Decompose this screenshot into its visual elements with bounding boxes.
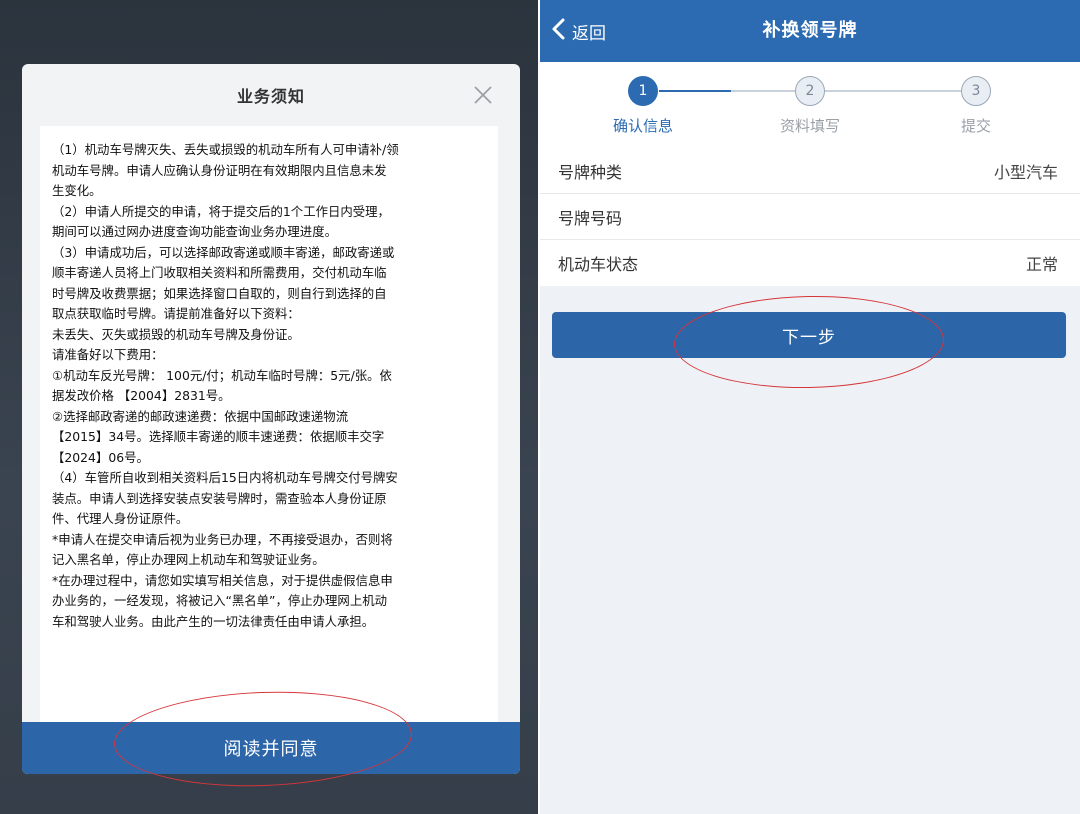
- notice-line: 据发改价格 【2004】2831号。: [52, 388, 231, 403]
- step-1-label: 确认信息: [612, 117, 673, 135]
- modal-header: 业务须知: [22, 64, 520, 126]
- info-row-plate-number: 号牌号码: [540, 194, 1080, 240]
- step-3: 3 提交: [931, 76, 1021, 136]
- notice-line: 【2024】06号。: [52, 449, 149, 465]
- left-phone-screen: 业务须知 （1）机动车号牌灭失、丢失或损毁的机动车所有人可申请补/领 机动车号牌。…: [0, 0, 538, 814]
- agree-button[interactable]: 阅读并同意: [22, 722, 520, 774]
- notice-line: 件、代理人身份证原件。: [52, 511, 189, 526]
- notice-line: 期间可以通过网办进度查询功能查询业务办理进度。: [52, 224, 337, 239]
- notice-content[interactable]: （1）机动车号牌灭失、丢失或损毁的机动车所有人可申请补/领 机动车号牌。申请人应确…: [40, 126, 498, 722]
- notice-line: 【2015】34号。选择顺丰寄递的顺丰速递费：依据顺丰交字: [52, 429, 385, 444]
- next-step-label: 下一步: [782, 327, 836, 348]
- notice-line: 装点。申请人到选择安装点安装号牌时，需查验本人身份证原: [52, 490, 387, 506]
- plate-type-label: 号牌种类: [558, 162, 623, 182]
- page-title: 补换领号牌: [762, 20, 858, 41]
- back-button[interactable]: 返回: [550, 0, 606, 62]
- notice-line: （4）车管所自收到相关资料后15日内将机动车号牌交付号牌安: [52, 470, 398, 485]
- vehicle-status-label: 机动车状态: [558, 255, 639, 274]
- modal-title: 业务须知: [236, 87, 305, 106]
- step-2-label: 资料填写: [779, 117, 840, 135]
- notice-line: 未丢失、灭失或损毁的机动车号牌及身份证。: [52, 326, 300, 342]
- notice-line: 生变化。: [52, 183, 102, 198]
- notice-line: ②选择邮政寄递的邮政速递费：依据中国邮政速递物流: [52, 408, 349, 424]
- step-1-circle: 1: [628, 76, 658, 106]
- nav-bar: 返回 补换领号牌: [540, 0, 1080, 62]
- next-step-button[interactable]: 下一步: [552, 312, 1066, 358]
- notice-line: 顺丰寄递人员将上门收取相关资料和所需费用，交付机动车临: [52, 265, 387, 280]
- notice-line: （3）申请成功后，可以选择邮政寄递或顺丰寄递，邮政寄递或: [52, 244, 395, 260]
- right-phone-screen: 返回 补换领号牌 1 确认信息 2 资料填写 3 提交 号牌种类 小型汽车 号牌…: [540, 0, 1080, 814]
- notice-line: *在办理过程中，请您如实填写相关信息，对于提供虚假信息申: [52, 572, 393, 588]
- notice-line: （2）申请人所提交的申请，将于提交后的1个工作日内受理，: [52, 203, 390, 219]
- step-indicator: 1 确认信息 2 资料填写 3 提交: [540, 62, 1080, 148]
- notice-line: ①机动车反光号牌： 100元/付；机动车临时号牌：5元/张。依: [52, 367, 392, 383]
- info-row-vehicle-status: 机动车状态 正常: [540, 240, 1080, 286]
- notice-modal: 业务须知 （1）机动车号牌灭失、丢失或损毁的机动车所有人可申请补/领 机动车号牌。…: [22, 64, 520, 774]
- step-3-label: 提交: [960, 117, 991, 135]
- vehicle-status-value: 正常: [1025, 255, 1058, 274]
- step-2-circle: 2: [795, 76, 825, 106]
- notice-line: 请准备好以下费用：: [52, 347, 164, 362]
- step-3-circle: 3: [961, 76, 991, 106]
- notice-line: 取点获取临时号牌。请提前准备好以下资料：: [52, 306, 300, 321]
- chevron-left-icon: [550, 17, 568, 45]
- notice-line: 时号牌及收费票据；如果选择窗口自取的，则自行到选择的自: [52, 285, 387, 301]
- notice-line: 机动车号牌。申请人应确认身份证明在有效期限内且信息未发: [52, 162, 387, 178]
- notice-line: 记入黑名单，停止办理网上机动车和驾驶证业务。: [52, 552, 325, 567]
- notice-line: *申请人在提交申请后视为业务已办理，不再接受退办，否则将: [52, 531, 393, 547]
- notice-line: 办业务的，一经发现，将被记入“黑名单”，停止办理网上机动: [52, 593, 387, 608]
- step-1: 1 确认信息: [598, 76, 688, 136]
- plate-number-label: 号牌号码: [558, 208, 623, 228]
- notice-line: （1）机动车号牌灭失、丢失或损毁的机动车所有人可申请补/领: [52, 142, 399, 157]
- plate-type-value: 小型汽车: [993, 162, 1058, 182]
- step-2: 2 资料填写: [765, 76, 855, 136]
- close-icon[interactable]: [472, 84, 494, 106]
- back-label: 返回: [572, 23, 606, 44]
- vehicle-info-list: 号牌种类 小型汽车 号牌号码 机动车状态 正常: [540, 148, 1080, 286]
- info-row-plate-type: 号牌种类 小型汽车: [540, 148, 1080, 194]
- agree-button-label: 阅读并同意: [223, 739, 319, 760]
- notice-line: 车和驾驶人业务。由此产生的一切法律责任由申请人承担。: [52, 613, 375, 629]
